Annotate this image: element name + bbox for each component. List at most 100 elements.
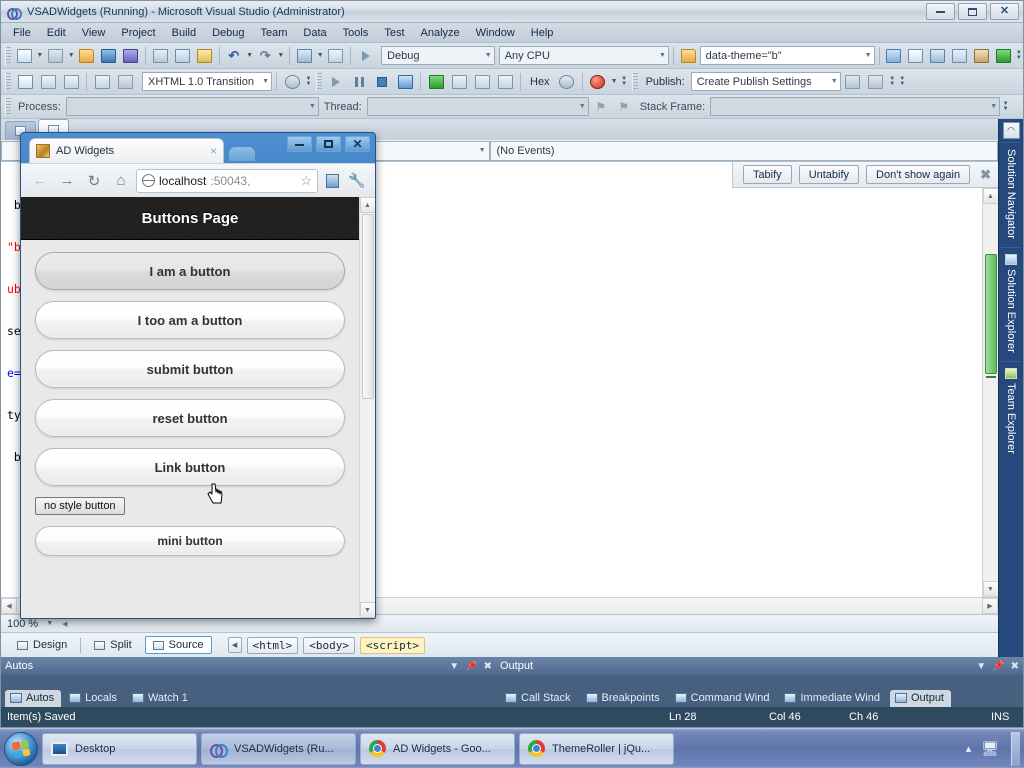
minimize-button[interactable] xyxy=(926,3,955,20)
breadcrumb-html[interactable]: <html> xyxy=(246,636,299,654)
page-scroll-down-button[interactable]: ▼ xyxy=(359,602,375,618)
bookmark-star-icon[interactable]: ☆ xyxy=(300,173,312,189)
toolbar-overflow-icon[interactable]: ▼ ▼ xyxy=(620,71,629,93)
close-button[interactable]: ✕ xyxy=(990,3,1019,20)
format-document-icon[interactable] xyxy=(14,71,36,93)
address-bar[interactable]: localhost :50043, ☆ xyxy=(136,168,318,193)
comment-icon[interactable] xyxy=(91,71,113,93)
menu-item-build[interactable]: Build xyxy=(164,25,204,41)
button-mini[interactable]: mini button xyxy=(35,526,345,556)
copy-icon[interactable] xyxy=(172,45,193,67)
start-debugging-icon[interactable] xyxy=(355,45,376,67)
tab-autos[interactable]: Autos xyxy=(5,690,62,707)
toolbar-overflow-icon[interactable]: ▼ ▼ xyxy=(1015,45,1023,67)
tab-locals[interactable]: Locals xyxy=(64,690,124,707)
hex-display-icon[interactable] xyxy=(556,71,578,93)
reload-icon[interactable]: ↻ xyxy=(82,169,106,193)
outdent-icon[interactable] xyxy=(60,71,82,93)
network-icon[interactable]: 🖥 xyxy=(981,740,999,757)
new-tab-button[interactable] xyxy=(228,146,256,161)
continue-icon[interactable] xyxy=(325,71,347,93)
panel-dropdown-icon[interactable]: ▼ xyxy=(449,661,459,672)
button-reset[interactable]: reset button xyxy=(35,399,345,437)
properties-window-icon[interactable] xyxy=(905,45,926,67)
breadcrumb-body[interactable]: <body> xyxy=(303,636,356,654)
data-theme-combo[interactable]: data-theme="b" ▼ xyxy=(699,46,875,65)
toolbar-grip[interactable] xyxy=(316,72,322,91)
edit-publish-icon[interactable] xyxy=(865,71,887,93)
button-i-am-a-button[interactable]: I am a button xyxy=(35,252,345,290)
solution-configuration-combo[interactable]: Debug ▼ xyxy=(381,46,495,65)
navigate-backward-icon[interactable] xyxy=(294,45,315,67)
start-button[interactable] xyxy=(4,731,38,766)
flag-all-threads-icon[interactable]: ⚑ xyxy=(613,96,635,118)
step-into-icon[interactable] xyxy=(448,71,470,93)
close-icon[interactable]: ✖ xyxy=(484,661,492,672)
extension-manager-icon[interactable] xyxy=(993,45,1014,67)
pin-icon[interactable]: 📌 xyxy=(465,661,477,672)
new-project-icon[interactable] xyxy=(14,45,35,67)
menu-item-tools[interactable]: Tools xyxy=(335,25,377,41)
redo-dropdown-icon[interactable]: ▼ xyxy=(277,45,285,67)
validate-icon[interactable] xyxy=(281,71,303,93)
scroll-right-button[interactable]: ▶ xyxy=(982,598,998,614)
new-item-icon[interactable] xyxy=(45,45,66,67)
page-vertical-scrollbar[interactable]: ▲ ▼ xyxy=(359,197,375,618)
tab-watch-1[interactable]: Watch 1 xyxy=(127,690,195,707)
flag-just-my-code-icon[interactable]: ⚑ xyxy=(590,96,612,118)
toolbar-grip[interactable] xyxy=(631,72,638,91)
forward-icon[interactable]: → xyxy=(55,169,79,193)
page-menu-icon[interactable] xyxy=(321,170,343,192)
maximize-button[interactable] xyxy=(958,3,987,20)
pin-icon[interactable]: 📌 xyxy=(992,661,1004,672)
close-icon[interactable]: ✖ xyxy=(977,167,994,183)
tab-split[interactable]: Split xyxy=(86,636,139,654)
uncomment-icon[interactable] xyxy=(114,71,136,93)
show-next-statement-icon[interactable] xyxy=(425,71,447,93)
tab-breakpoints[interactable]: Breakpoints xyxy=(581,690,667,707)
navigate-dropdown-icon[interactable]: ▼ xyxy=(316,45,324,67)
button-link[interactable]: Link button xyxy=(35,448,345,486)
step-out-icon[interactable] xyxy=(494,71,516,93)
stack-frame-combo[interactable]: ▼ xyxy=(710,97,1001,116)
save-all-icon[interactable] xyxy=(120,45,141,67)
scrollbar-thumb[interactable] xyxy=(984,254,997,374)
step-over-icon[interactable] xyxy=(471,71,493,93)
tab-command-window[interactable]: Command Wind xyxy=(670,690,777,707)
button-i-too-am-a-button[interactable]: I too am a button xyxy=(35,301,345,339)
undo-icon[interactable]: ↶ xyxy=(223,45,244,67)
dock-tab-solution-explorer[interactable]: Solution Explorer xyxy=(1001,246,1021,361)
menu-item-edit[interactable]: Edit xyxy=(39,25,74,41)
scroll-up-button[interactable]: ▲ xyxy=(982,188,998,204)
breakpoints-icon[interactable] xyxy=(587,71,609,93)
menu-item-project[interactable]: Project xyxy=(113,25,163,41)
back-icon[interactable]: ← xyxy=(28,169,52,193)
break-all-icon[interactable] xyxy=(348,71,370,93)
toolbar-overflow-icon[interactable]: ▼ ▼ xyxy=(1001,96,1010,118)
toolbar-grip[interactable] xyxy=(5,72,11,91)
tab-output[interactable]: Output xyxy=(889,690,951,707)
breakpoints-dropdown-icon[interactable]: ▼ xyxy=(610,71,619,93)
taskbar-item-ad-widgets[interactable]: AD Widgets - Goo... xyxy=(360,732,515,765)
toolbar-overflow-icon[interactable]: ▼ ▼ xyxy=(888,71,897,93)
menu-item-file[interactable]: File xyxy=(5,25,39,41)
home-icon[interactable]: ⌂ xyxy=(109,169,133,193)
tab-call-stack[interactable]: Call Stack xyxy=(500,690,578,707)
splitter-handle-icon[interactable]: ◀ xyxy=(58,620,67,628)
indent-icon[interactable] xyxy=(37,71,59,93)
toolbar-overflow-icon[interactable]: ▼ ▼ xyxy=(304,71,313,93)
page-scroll-up-button[interactable]: ▲ xyxy=(359,197,375,213)
menu-item-data[interactable]: Data xyxy=(295,25,334,41)
menu-item-test[interactable]: Test xyxy=(376,25,412,41)
editor-vertical-scrollbar[interactable]: ▲ ▼ xyxy=(982,188,998,597)
menu-item-window[interactable]: Window xyxy=(468,25,523,41)
button-submit[interactable]: submit button xyxy=(35,350,345,388)
tab-design[interactable]: Design xyxy=(9,636,75,654)
doctype-combo[interactable]: XHTML 1.0 Transition ▼ xyxy=(142,72,272,91)
events-combo[interactable]: (No Events) xyxy=(489,140,998,161)
process-combo[interactable]: ▼ xyxy=(65,97,319,116)
dock-tab-team-explorer[interactable]: Team Explorer xyxy=(1001,360,1021,462)
show-desktop-button[interactable] xyxy=(1011,731,1020,766)
breadcrumb-script[interactable]: <script> xyxy=(360,636,425,654)
new-item-dropdown-icon[interactable]: ▼ xyxy=(67,45,75,67)
